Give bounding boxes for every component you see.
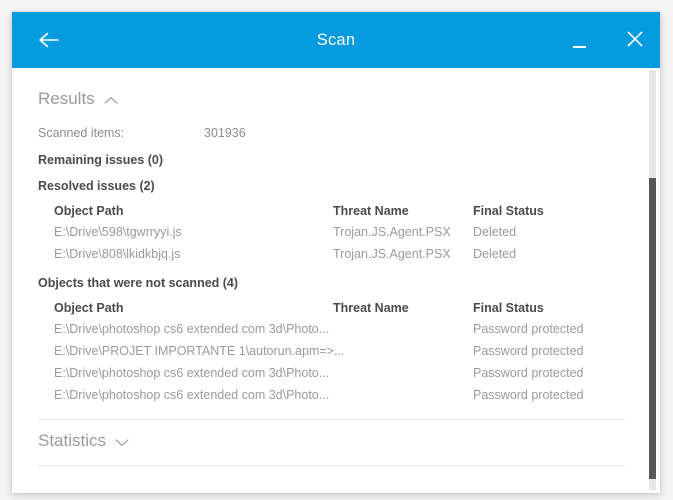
- app-root: Scan Results Scanned items: 301936 Remai…: [0, 0, 673, 500]
- statistics-section-label: Statistics: [38, 431, 107, 450]
- table-row: Deleted: [473, 225, 517, 239]
- resolved-col-final-status: Final Status: [473, 204, 544, 218]
- minimize-icon: [572, 46, 586, 48]
- table-row: E:\Drive\PROJET IMPORTANTE 1\autorun.apm…: [54, 344, 345, 358]
- results-section-label: Results: [38, 89, 95, 108]
- scanned-items-label: Scanned items:: [38, 126, 125, 140]
- divider-above-statistics: [38, 419, 625, 420]
- resolved-col-threat-name: Threat Name: [333, 204, 409, 218]
- table-row: E:\Drive\photoshop cs6 extended com 3d\P…: [54, 388, 330, 402]
- results-section-toggle[interactable]: Results: [38, 88, 118, 110]
- table-row: Password protected: [473, 366, 584, 380]
- table-row: E:\Drive\808\lkidkbjq.js: [54, 247, 181, 261]
- table-row: E:\Drive\photoshop cs6 extended com 3d\P…: [54, 366, 330, 380]
- scan-results-panel: Results Scanned items: 301936 Remaining …: [12, 68, 660, 493]
- window-titlebar: Scan: [12, 12, 660, 68]
- table-row: E:\Drive\598\tgwrryyi.js: [54, 225, 182, 239]
- table-row: Deleted: [473, 247, 517, 261]
- divider-below-statistics: [38, 465, 625, 466]
- statistics-section-toggle[interactable]: Statistics: [38, 430, 129, 452]
- table-row: Password protected: [473, 322, 584, 336]
- scanned-items-value: 301936: [204, 126, 246, 140]
- not-scanned-col-final-status: Final Status: [473, 301, 544, 315]
- resolved-col-object-path: Object Path: [54, 204, 124, 218]
- not-scanned-heading: Objects that were not scanned (4): [38, 276, 239, 290]
- table-row: Trojan.JS.Agent.PSX: [333, 247, 451, 261]
- not-scanned-col-threat-name: Threat Name: [333, 301, 409, 315]
- table-row: Trojan.JS.Agent.PSX: [333, 225, 451, 239]
- chevron-down-icon: [115, 432, 129, 452]
- chevron-up-icon: [104, 90, 118, 110]
- close-icon: [626, 30, 644, 48]
- resolved-issues-heading: Resolved issues (2): [38, 179, 155, 193]
- not-scanned-col-object-path: Object Path: [54, 301, 124, 315]
- table-row: Password protected: [473, 388, 584, 402]
- minimize-button[interactable]: [563, 28, 595, 52]
- table-row: Password protected: [473, 344, 584, 358]
- scrollbar-thumb[interactable]: [649, 178, 656, 479]
- remaining-issues-heading: Remaining issues (0): [38, 153, 164, 167]
- table-row: E:\Drive\photoshop cs6 extended com 3d\P…: [54, 322, 330, 336]
- scan-window: Scan Results Scanned items: 301936 Remai…: [12, 12, 660, 493]
- close-button[interactable]: [621, 25, 649, 53]
